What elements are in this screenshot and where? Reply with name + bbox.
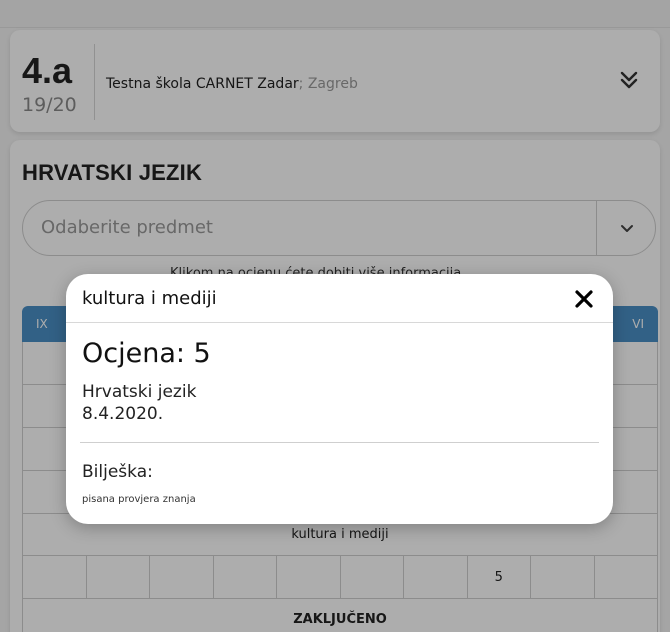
grade-subject: Hrvatski jezik (82, 382, 197, 402)
modal-divider (66, 322, 613, 323)
note-text: pisana provjera znanja (82, 494, 196, 505)
close-icon[interactable] (573, 288, 595, 310)
modal-divider-note (80, 442, 599, 443)
modal-title: kultura i mediji (82, 288, 217, 309)
grade-detail-modal: kultura i mediji Ocjena: 5 Hrvatski jezi… (66, 274, 613, 524)
grade-date: 8.4.2020. (82, 404, 164, 424)
grade-value: Ocjena: 5 (82, 338, 211, 369)
note-label: Bilješka: (82, 462, 153, 482)
